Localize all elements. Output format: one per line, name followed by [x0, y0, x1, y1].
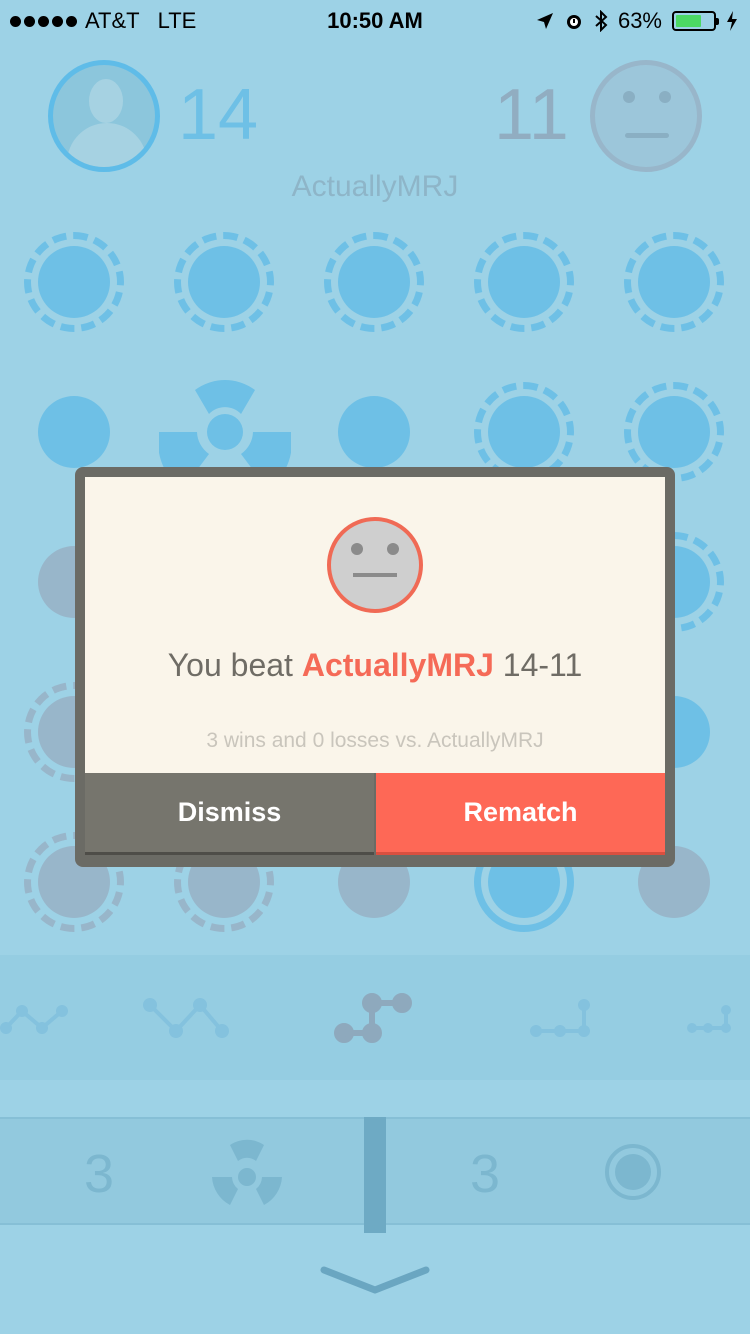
board-tile: [488, 396, 560, 468]
result-dialog: You beat ActuallyMRJ 14-11 3 wins and 0 …: [75, 467, 675, 867]
bomb-tile-icon[interactable]: [159, 370, 291, 470]
bluetooth-icon: [595, 10, 608, 32]
opponent-score: 11: [494, 75, 569, 155]
status-bar: AT&T LTE 10:50 AM 63%: [0, 0, 750, 40]
bomb-powerup-icon[interactable]: [210, 1137, 284, 1209]
board-tile: [338, 246, 410, 318]
dialog-panel: You beat ActuallyMRJ 14-11 3 wins and 0 …: [85, 477, 665, 773]
face-eye: [659, 91, 671, 103]
face-eye: [623, 91, 635, 103]
player-score: 14: [178, 75, 259, 155]
result-opponent: ActuallyMRJ: [301, 647, 494, 683]
trail-graph-icon: [0, 993, 731, 1043]
face-mouth: [625, 133, 669, 138]
board-tile[interactable]: [38, 396, 110, 468]
result-score: 14-11: [502, 647, 583, 683]
person-silhouette-icon: [89, 79, 123, 123]
rematch-button[interactable]: Rematch: [376, 773, 665, 855]
board-tile: [488, 246, 560, 318]
shield-powerup-icon[interactable]: [604, 1143, 662, 1201]
face-mouth: [353, 573, 397, 577]
shield-count: 3: [470, 1144, 501, 1204]
board-tile: [188, 246, 260, 318]
dismiss-button[interactable]: Dismiss: [85, 773, 374, 855]
opponent-name: ActuallyMRJ: [291, 170, 459, 203]
alarm-icon: [566, 15, 581, 29]
opponent-face-icon: [327, 517, 423, 613]
status-right: 63%: [536, 8, 738, 34]
face-eye: [387, 543, 399, 555]
board-tile: [638, 396, 710, 468]
powerup-tray: 3 3: [0, 1117, 750, 1233]
charging-icon: [727, 11, 737, 31]
tray-divider: [364, 1117, 386, 1233]
battery-percent: 63%: [617, 8, 662, 33]
bomb-count: 3: [84, 1144, 115, 1204]
score-trail: [0, 955, 750, 1080]
board-tile[interactable]: [338, 396, 410, 468]
face-eye: [351, 543, 363, 555]
result-prefix: You beat: [167, 647, 293, 683]
silhouette-body: [67, 123, 147, 167]
result-message: You beat ActuallyMRJ 14-11: [85, 647, 665, 684]
board-tile: [38, 246, 110, 318]
battery-icon: [672, 11, 719, 31]
location-icon: [536, 13, 553, 29]
opponent-avatar[interactable]: [590, 60, 702, 172]
head-to-head-record: 3 wins and 0 losses vs. ActuallyMRJ: [206, 729, 544, 752]
board-tile: [638, 246, 710, 318]
chevron-down-icon[interactable]: [318, 1262, 432, 1296]
player-avatar[interactable]: [48, 60, 160, 172]
